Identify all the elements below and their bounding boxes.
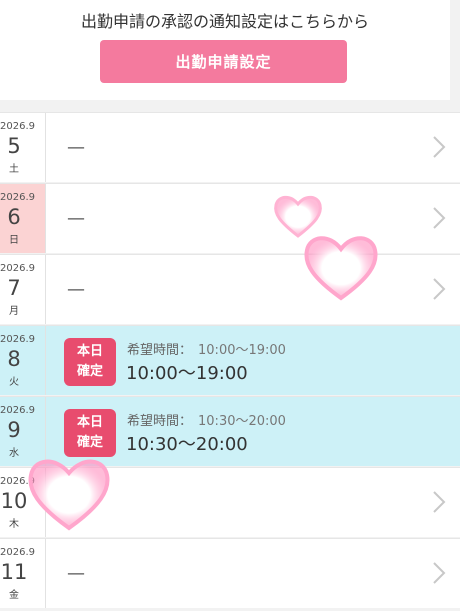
no-shift-placeholder: — <box>67 208 85 229</box>
weekday-label: 土 <box>9 164 19 175</box>
requested-hours-label: 希望時間： <box>127 414 193 429</box>
schedule-day-row[interactable]: 2026.9 11 金 — <box>0 538 460 608</box>
date-cell: 2026.9 7 月 <box>0 255 46 324</box>
year-month-label: 2026.9 <box>0 121 35 132</box>
requested-hours: 希望時間： 10:00〜19:00 <box>127 339 286 358</box>
chevron-right-icon[interactable] <box>432 277 446 301</box>
chevron-right-icon[interactable] <box>432 206 446 230</box>
notification-notice-text: 出勤申請の承認の通知設定はこちらから <box>80 12 369 31</box>
confirmed-today-badge: 本日 確定 <box>64 338 116 386</box>
year-month-label: 2026.9 <box>0 192 35 203</box>
requested-hours-value: 10:30〜20:00 <box>198 414 286 429</box>
heart-sticker-icon <box>304 236 378 301</box>
weekday-label: 日 <box>9 235 19 246</box>
requested-hours-label: 希望時間： <box>127 343 193 358</box>
attendance-request-settings-button[interactable]: 出勤申請設定 <box>100 40 347 83</box>
notification-settings-card: 出勤申請の承認の通知設定はこちらから 出勤申請設定 <box>0 0 450 100</box>
badge-line-1: 本日 <box>76 415 103 430</box>
year-month-label: 2026.9 <box>0 547 35 558</box>
badge-line-2: 確定 <box>76 364 103 379</box>
no-shift-placeholder: — <box>67 137 85 158</box>
day-number: 11 <box>0 560 28 584</box>
day-number: 8 <box>7 347 21 371</box>
no-shift-placeholder: — <box>67 279 85 300</box>
day-number: 6 <box>7 205 21 229</box>
chevron-right-icon[interactable] <box>432 561 446 585</box>
year-month-label: 2026.9 <box>0 405 35 416</box>
date-cell: 2026.9 8 火 <box>0 326 46 395</box>
date-cell: 2026.9 6 日 <box>0 184 46 253</box>
date-cell: 2026.9 5 土 <box>0 113 46 182</box>
requested-hours: 希望時間： 10:30〜20:00 <box>127 410 286 429</box>
no-shift-placeholder: — <box>67 563 85 584</box>
confirmed-shift-time: 10:00〜19:00 <box>126 363 248 384</box>
schedule-day-row[interactable]: 2026.9 6 日 — <box>0 183 460 253</box>
day-number: 7 <box>7 276 21 300</box>
date-cell: 2026.9 11 金 <box>0 539 46 608</box>
year-month-label: 2026.9 <box>0 263 35 274</box>
chevron-right-icon[interactable] <box>432 135 446 159</box>
badge-line-1: 本日 <box>76 344 103 359</box>
heart-sticker-icon <box>28 459 110 531</box>
day-number: 9 <box>7 418 21 442</box>
day-number: 5 <box>7 134 21 158</box>
schedule-day-row[interactable]: 2026.9 7 月 — <box>0 254 460 324</box>
weekday-label: 月 <box>9 306 19 317</box>
weekday-label: 金 <box>9 590 19 601</box>
requested-hours-value: 10:00〜19:00 <box>198 343 286 358</box>
confirmed-shift-time: 10:30〜20:00 <box>126 434 248 455</box>
year-month-label: 2026.9 <box>0 334 35 345</box>
weekday-label: 火 <box>9 377 19 388</box>
schedule-day-row[interactable]: 2026.9 5 土 — <box>0 112 460 182</box>
schedule-day-row[interactable]: 2026.9 8 火本日 確定 希望時間： 10:00〜19:00 10:00〜19:00 <box>0 325 460 395</box>
chevron-right-icon[interactable] <box>432 490 446 514</box>
